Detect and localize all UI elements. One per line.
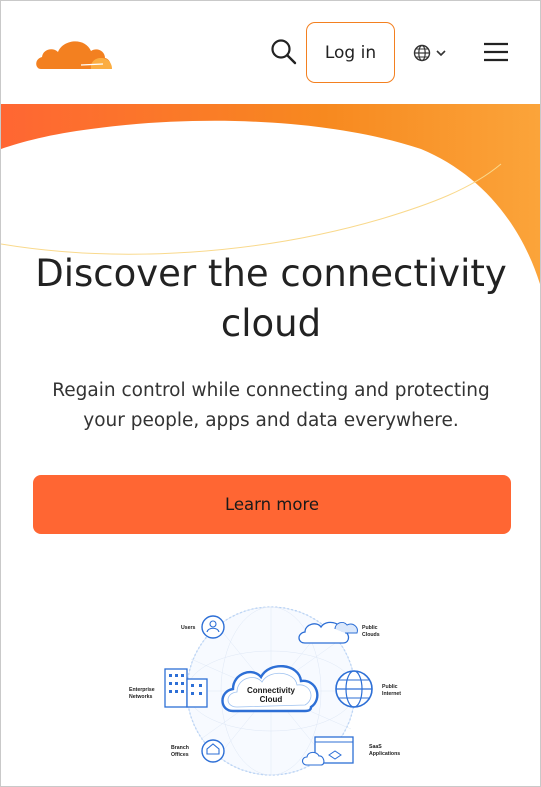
public-clouds-label-1: Public	[362, 625, 378, 631]
public-internet-label-1: Public	[382, 684, 398, 690]
enterprise-label-1: Enterprise	[129, 687, 155, 693]
public-internet-label-2: Internet	[382, 691, 401, 697]
branch-label-1: Branch	[171, 745, 189, 751]
site-header: Log in	[1, 1, 540, 104]
connectivity-diagram: Connectivity Cloud Users Public Clouds E…	[121, 599, 421, 785]
saas-label-2: Applications	[369, 751, 400, 757]
language-selector[interactable]	[413, 41, 455, 65]
learn-more-button[interactable]: Learn more	[33, 475, 511, 534]
enterprise-label-2: Networks	[129, 694, 152, 700]
branch-label-2: Offices	[171, 752, 189, 758]
public-clouds-label-2: Clouds	[362, 632, 380, 638]
public-clouds-icon	[298, 621, 358, 644]
search-button[interactable]	[267, 35, 301, 69]
menu-button[interactable]	[482, 39, 510, 65]
center-label-line1: Connectivity	[247, 686, 296, 695]
center-label-line2: Cloud	[260, 695, 283, 704]
chevron-down-icon	[436, 50, 446, 57]
cloudflare-logo[interactable]	[33, 31, 113, 71]
globe-network-icon	[335, 670, 373, 708]
users-icon	[201, 615, 225, 639]
users-label: Users	[181, 625, 196, 631]
search-icon	[271, 39, 297, 65]
hamburger-menu-icon	[484, 42, 508, 62]
saas-label-1: SaaS	[369, 744, 382, 750]
hero-title: Discover the connectivity cloud	[35, 252, 507, 345]
hero-subtitle: Regain control while connecting and prot…	[52, 380, 490, 431]
globe-icon	[413, 44, 431, 62]
branch-office-icon	[201, 739, 225, 763]
login-button[interactable]: Log in	[306, 22, 395, 83]
